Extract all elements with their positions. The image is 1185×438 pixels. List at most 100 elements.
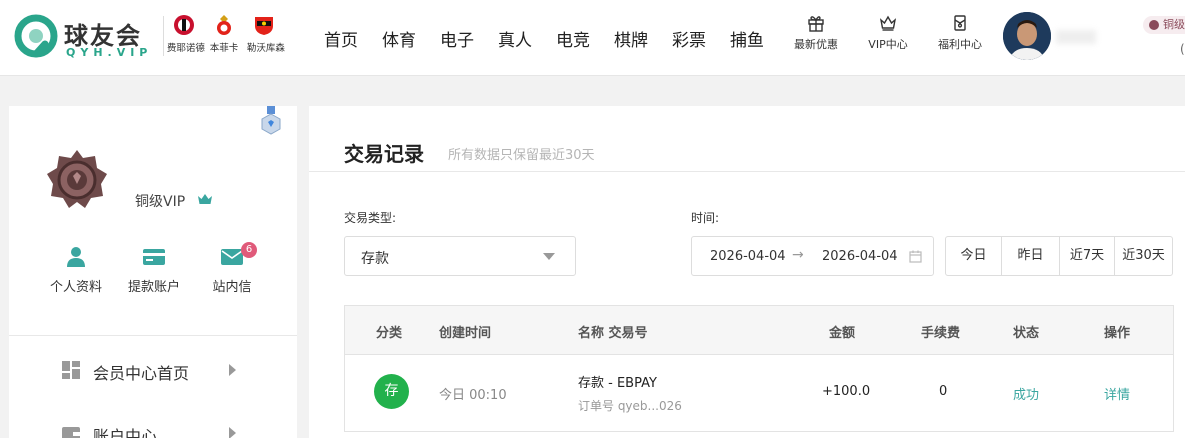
date-separator: → bbox=[792, 247, 804, 263]
quick-link-welfare[interactable]: 福利中心 bbox=[924, 14, 996, 52]
user-level-chip: 铜级 bbox=[1143, 16, 1185, 34]
account-shortcuts: 个人资料 提款账户 6 站内信 bbox=[37, 242, 271, 295]
quick-link-label: VIP中心 bbox=[868, 38, 908, 51]
col-created: 创建时间 bbox=[439, 326, 492, 341]
menu-label: 会员中心首页 bbox=[93, 364, 190, 383]
status-badge: 成功 bbox=[1013, 388, 1040, 403]
shortcut-label: 提款账户 bbox=[127, 280, 180, 295]
club-name: 费耶诺德 bbox=[166, 43, 205, 54]
shortcut-profile[interactable]: 个人资料 bbox=[37, 246, 115, 295]
col-category: 分类 bbox=[376, 326, 403, 341]
quick-date-today[interactable]: 今日 bbox=[946, 237, 1002, 275]
nav-live-casino[interactable]: 真人 bbox=[486, 26, 544, 51]
chevron-right-icon bbox=[229, 427, 236, 438]
quick-link-promotions[interactable]: 最新优惠 bbox=[780, 14, 852, 52]
order-number: 订单号 qyeb...026 bbox=[578, 399, 682, 413]
sidebar-divider bbox=[9, 335, 297, 336]
amount: +100.0 bbox=[822, 384, 871, 399]
quick-date-buttons: 今日 昨日 近7天 近30天 bbox=[945, 236, 1173, 276]
username-blurred bbox=[1056, 30, 1096, 44]
transaction-panel: 交易记录 所有数据只保留最近30天 交易类型: 存款 时间: 2026-04-0… bbox=[309, 106, 1185, 438]
nav-lottery[interactable]: 彩票 bbox=[660, 26, 718, 51]
col-action: 操作 bbox=[1104, 326, 1131, 341]
menu-label: 账户中心 bbox=[93, 427, 158, 438]
transaction-type-select[interactable]: 存款 bbox=[344, 236, 576, 276]
dashboard-icon bbox=[62, 361, 80, 379]
calendar-icon bbox=[909, 250, 922, 263]
col-amount: 金额 bbox=[829, 326, 856, 341]
club-name: 勒沃库森 bbox=[246, 43, 285, 54]
menu-item-member-home[interactable]: 会员中心首页 bbox=[61, 356, 261, 386]
club-name: 本菲卡 bbox=[209, 43, 239, 54]
fee: 0 bbox=[939, 384, 948, 399]
deposit-type-badge: 存 bbox=[374, 374, 409, 409]
logo-divider bbox=[163, 16, 164, 56]
card-icon bbox=[143, 249, 165, 265]
club-leverkusen[interactable]: 勒沃库森 bbox=[246, 14, 285, 62]
nav-sports[interactable]: 体育 bbox=[370, 26, 428, 51]
col-fee: 手续费 bbox=[921, 326, 961, 341]
shortcut-inbox[interactable]: 6 站内信 bbox=[193, 242, 271, 295]
shortcut-label: 站内信 bbox=[212, 280, 252, 295]
quick-date-7days[interactable]: 近7天 bbox=[1060, 237, 1115, 275]
main-nav: 首页 体育 电子 真人 电竞 棋牌 彩票 捕鱼 bbox=[312, 26, 776, 51]
balance-paren: ( bbox=[1180, 42, 1185, 56]
table-row: 存 今日 00:10 存款 - EBPAY 订单号 qyeb...026 +10… bbox=[345, 355, 1173, 431]
type-filter-label: 交易类型: bbox=[344, 211, 397, 225]
nav-fishing[interactable]: 捕鱼 bbox=[718, 26, 776, 51]
page-subtitle: 所有数据只保留最近30天 bbox=[448, 148, 595, 163]
unread-badge: 6 bbox=[241, 242, 257, 258]
shortcut-label: 个人资料 bbox=[49, 280, 102, 295]
vip-medal-icon bbox=[47, 150, 107, 208]
date-start[interactable]: 2026-04-04 bbox=[710, 249, 786, 264]
title-divider bbox=[309, 171, 1185, 172]
leverkusen-crest-icon bbox=[255, 17, 273, 35]
quick-link-vip[interactable]: VIP中心 bbox=[852, 14, 924, 52]
club-benfica[interactable]: 本菲卡 bbox=[206, 14, 242, 62]
created-time: 今日 00:10 bbox=[439, 388, 507, 403]
col-name-txid: 名称 交易号 bbox=[578, 326, 648, 341]
top-header: 球友会 QYH.VIP 费耶诺德 本菲卡 勒沃库森 首页 体育 电子 真人 电竞… bbox=[0, 0, 1185, 76]
welfare-icon bbox=[954, 15, 966, 31]
quick-links: 最新优惠 VIP中心 福利中心 bbox=[780, 14, 996, 52]
chevron-down-icon bbox=[543, 253, 555, 260]
vip-level-name: 铜级VIP bbox=[135, 194, 186, 210]
nav-slots[interactable]: 电子 bbox=[428, 26, 486, 51]
date-end[interactable]: 2026-04-04 bbox=[822, 249, 898, 264]
brand-logo-icon bbox=[14, 14, 58, 58]
nav-home[interactable]: 首页 bbox=[312, 26, 370, 51]
table-header: 分类 创建时间 名称 交易号 金额 手续费 状态 操作 bbox=[345, 306, 1173, 355]
brand-subtitle: QYH.VIP bbox=[66, 46, 153, 59]
gift-icon bbox=[808, 16, 824, 32]
date-range-picker[interactable]: 2026-04-04 → 2026-04-04 bbox=[691, 236, 934, 276]
medal-badge-icon bbox=[261, 106, 281, 135]
profile-icon bbox=[67, 247, 85, 267]
benfica-crest-icon bbox=[217, 15, 231, 35]
transaction-table: 分类 创建时间 名称 交易号 金额 手续费 状态 操作 存 今日 00:10 存… bbox=[344, 305, 1174, 432]
nav-cards[interactable]: 棋牌 bbox=[602, 26, 660, 51]
club-feyenoord[interactable]: 费耶诺德 bbox=[166, 14, 205, 62]
col-status: 状态 bbox=[1013, 326, 1040, 341]
select-value: 存款 bbox=[361, 251, 389, 267]
wallet-icon bbox=[62, 427, 80, 438]
transaction-name: 存款 - EBPAY bbox=[578, 376, 657, 391]
details-link[interactable]: 详情 bbox=[1104, 384, 1130, 403]
page-title: 交易记录 bbox=[344, 142, 424, 166]
quick-date-30days[interactable]: 近30天 bbox=[1115, 237, 1172, 275]
crown-icon bbox=[879, 15, 897, 31]
partner-clubs: 费耶诺德 本菲卡 勒沃库森 bbox=[166, 14, 285, 62]
quick-link-label: 福利中心 bbox=[938, 38, 982, 51]
user-avatar[interactable] bbox=[1003, 12, 1051, 60]
vip-crown-icon bbox=[198, 194, 212, 204]
chevron-right-icon bbox=[229, 364, 236, 376]
member-sidebar: 铜级VIP 个人资料 提款账户 6 站内信 会员中心首页 账户中心 bbox=[9, 106, 297, 438]
shortcut-withdraw-account[interactable]: 提款账户 bbox=[115, 246, 193, 295]
quick-date-yesterday[interactable]: 昨日 bbox=[1002, 237, 1060, 275]
avatar-image bbox=[1003, 12, 1051, 60]
time-filter-label: 时间: bbox=[691, 211, 720, 225]
menu-item-account-center[interactable]: 账户中心 bbox=[61, 419, 261, 438]
quick-link-label: 最新优惠 bbox=[794, 38, 838, 51]
brand-logo[interactable]: 球友会 QYH.VIP bbox=[12, 12, 157, 62]
nav-esports[interactable]: 电竞 bbox=[544, 26, 602, 51]
feyenoord-crest-icon bbox=[174, 15, 194, 35]
